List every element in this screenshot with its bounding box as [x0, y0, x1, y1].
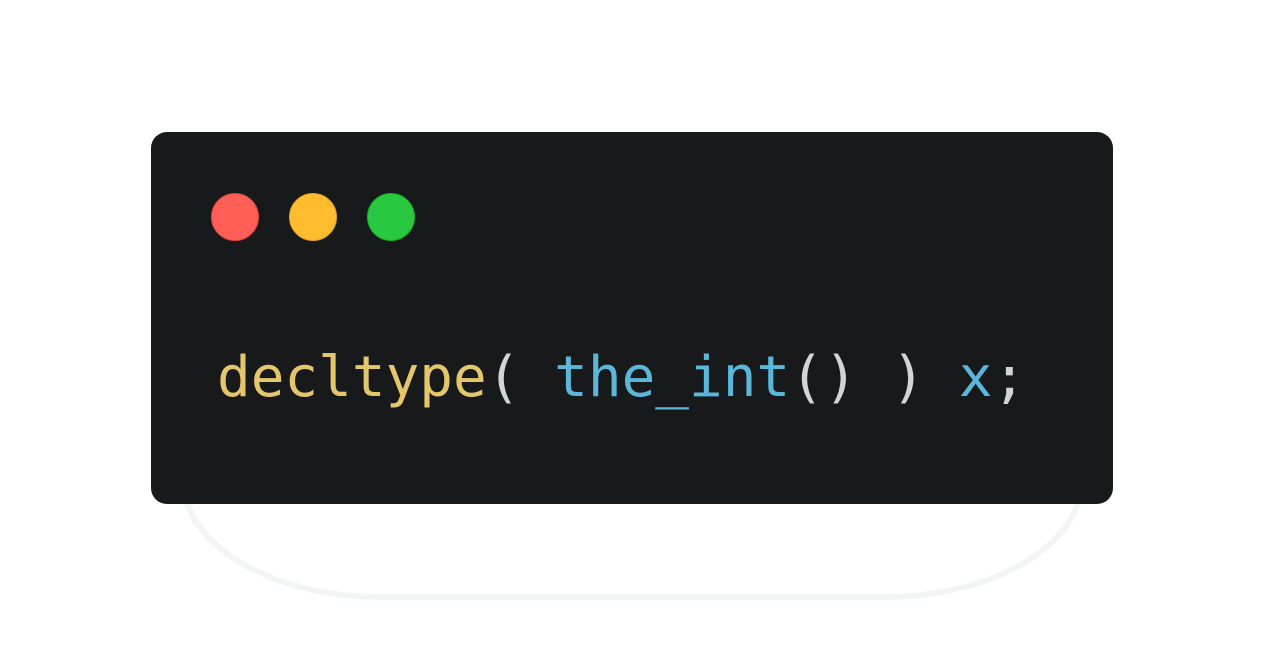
stage: decltype( the_int() ) x; — [0, 0, 1271, 649]
code-token-variable: x — [958, 345, 993, 410]
minimize-dot-icon[interactable] — [289, 193, 337, 241]
close-dot-icon[interactable] — [211, 193, 259, 241]
code-token-keyword: decltype — [217, 345, 487, 410]
maximize-dot-icon[interactable] — [367, 193, 415, 241]
code-line: decltype( the_int() ) x; — [217, 340, 1026, 416]
code-token-function: the_int — [554, 345, 791, 410]
window-controls — [211, 193, 415, 241]
code-window — [151, 132, 1113, 504]
code-token-punctuation: ; — [992, 345, 1027, 410]
code-token-punctuation: () ) — [790, 345, 959, 410]
code-token-punctuation: ( — [486, 345, 555, 410]
